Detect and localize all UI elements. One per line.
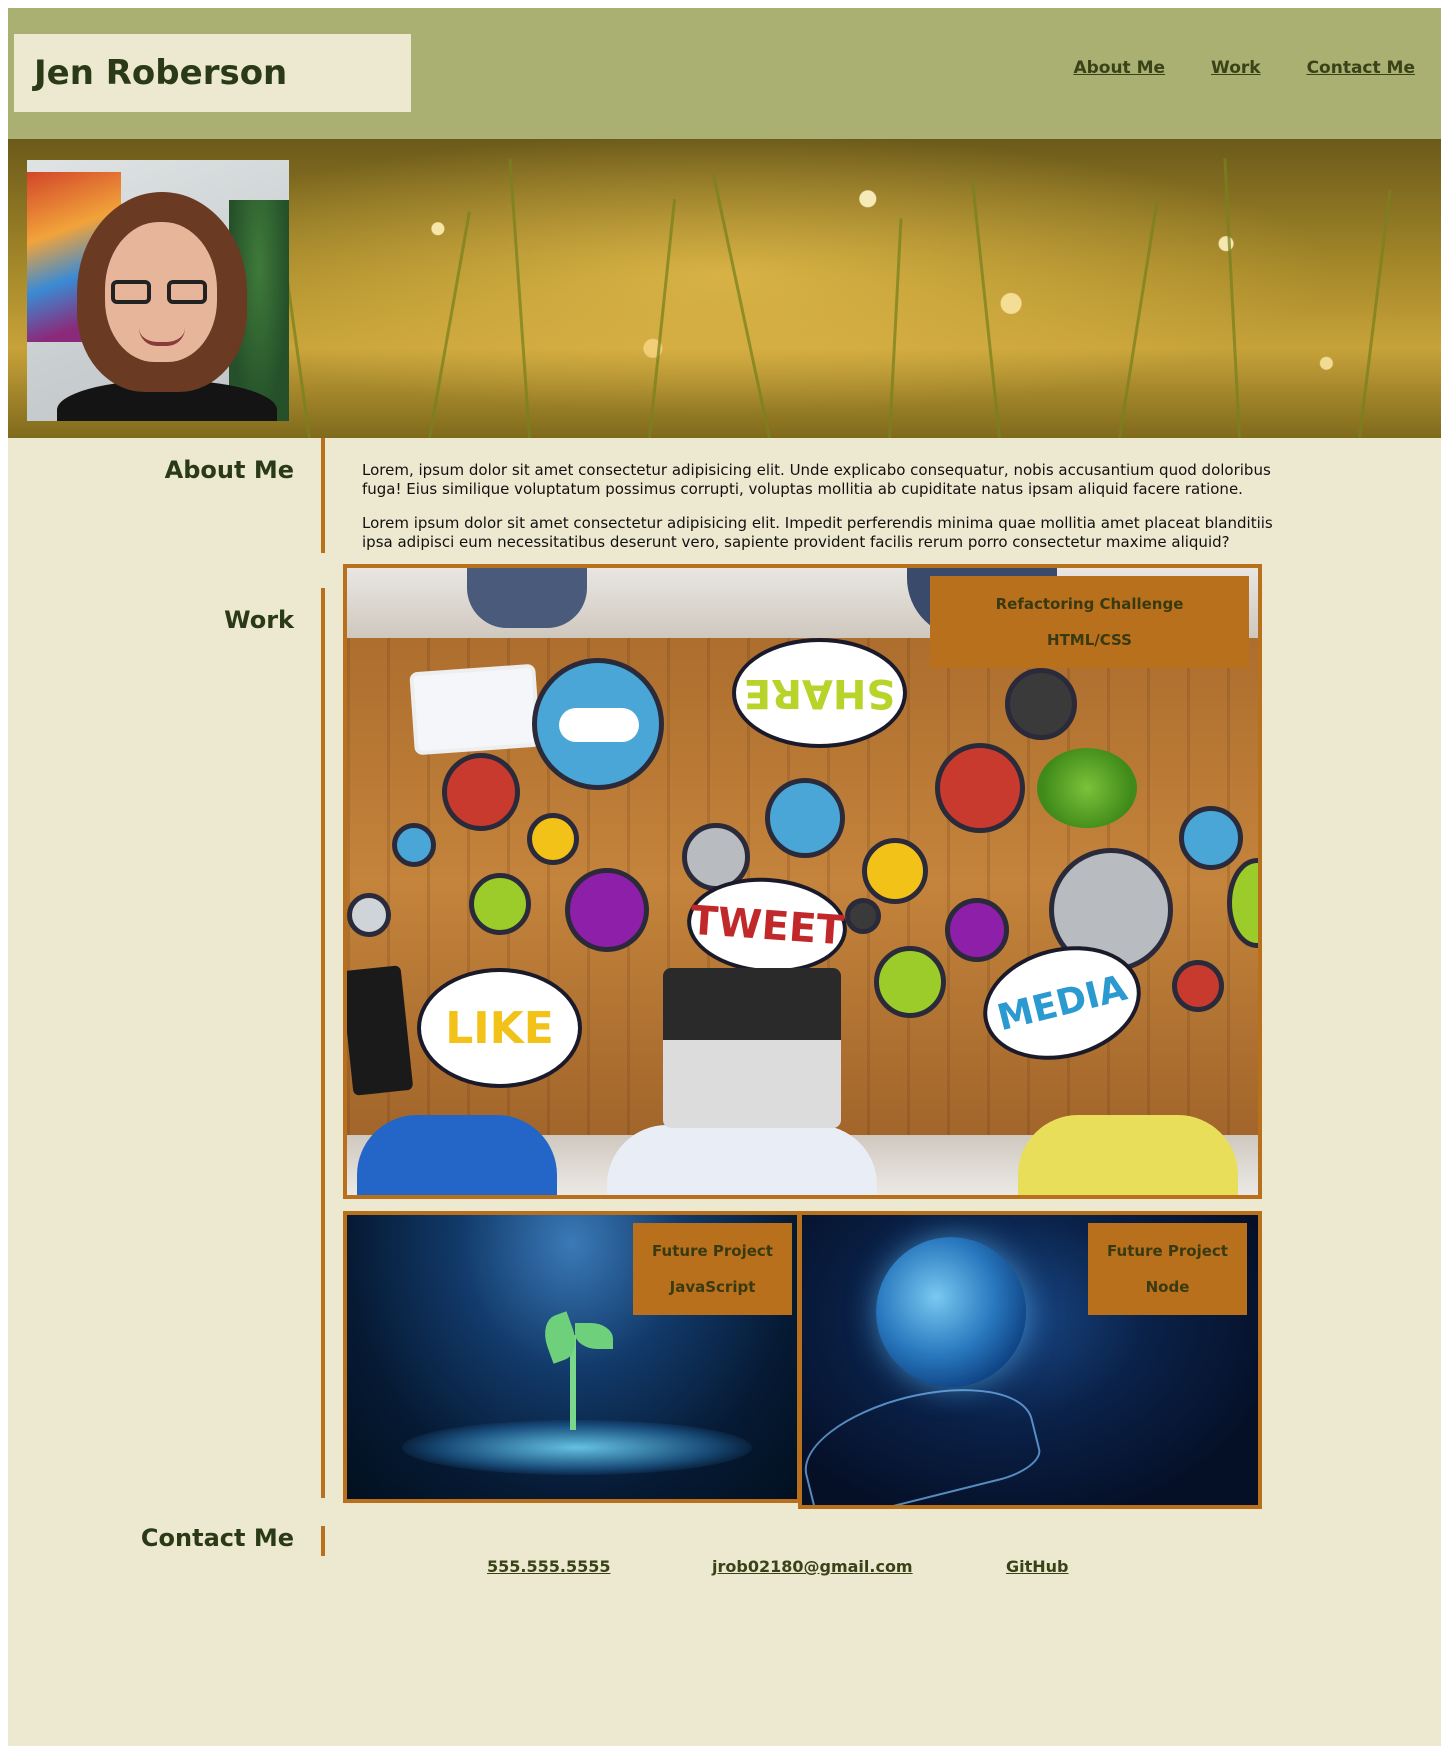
featured-project-label[interactable]: Refactoring Challenge HTML/CSS [930, 576, 1249, 668]
contact-divider [321, 1526, 325, 1556]
github-link[interactable]: GitHub [1006, 1557, 1069, 1576]
project-label-node[interactable]: Future Project Node [1088, 1223, 1247, 1315]
project-card-javascript[interactable]: Future Project JavaScript [343, 1211, 801, 1503]
project-label-javascript[interactable]: Future Project JavaScript [633, 1223, 792, 1315]
email-link[interactable]: jrob02180@gmail.com [712, 1557, 913, 1576]
page: Jen Roberson About Me Work Contact Me Ab… [8, 8, 1441, 1746]
project-tech: Node [1145, 1278, 1190, 1296]
project-title: Future Project [1107, 1242, 1228, 1260]
featured-project-card[interactable]: SHARE TWEET LIKE MEDIA Refactoring Chall… [343, 564, 1262, 1199]
work-heading: Work [224, 606, 294, 634]
nav-about-link[interactable]: About Me [1073, 58, 1165, 78]
main-nav: About Me Work Contact Me [1073, 58, 1415, 78]
share-bubble: SHARE [732, 638, 907, 748]
contact-heading: Contact Me [140, 1524, 294, 1552]
nav-work-link[interactable]: Work [1211, 58, 1261, 78]
about-text: Lorem, ipsum dolor sit amet consectetur … [362, 461, 1282, 567]
phone-link[interactable]: 555.555.5555 [487, 1557, 610, 1576]
project-title: Refactoring Challenge [995, 595, 1184, 613]
about-paragraph: Lorem, ipsum dolor sit amet consectetur … [362, 461, 1271, 498]
work-divider [321, 588, 325, 1498]
project-card-node[interactable]: Future Project Node [798, 1211, 1262, 1509]
site-header: Jen Roberson About Me Work Contact Me [8, 8, 1441, 139]
like-bubble: LIKE [417, 968, 582, 1088]
project-tech: JavaScript [669, 1278, 756, 1296]
project-title: Future Project [652, 1242, 773, 1260]
about-heading: About Me [164, 456, 294, 484]
nav-contact-link[interactable]: Contact Me [1307, 58, 1415, 78]
project-tech: HTML/CSS [1047, 631, 1132, 649]
about-paragraph: Lorem ipsum dolor sit amet consectetur a… [362, 514, 1273, 551]
site-name: Jen Roberson [14, 34, 411, 112]
about-divider [321, 438, 325, 553]
profile-photo [27, 160, 289, 421]
hero-banner [8, 139, 1441, 438]
